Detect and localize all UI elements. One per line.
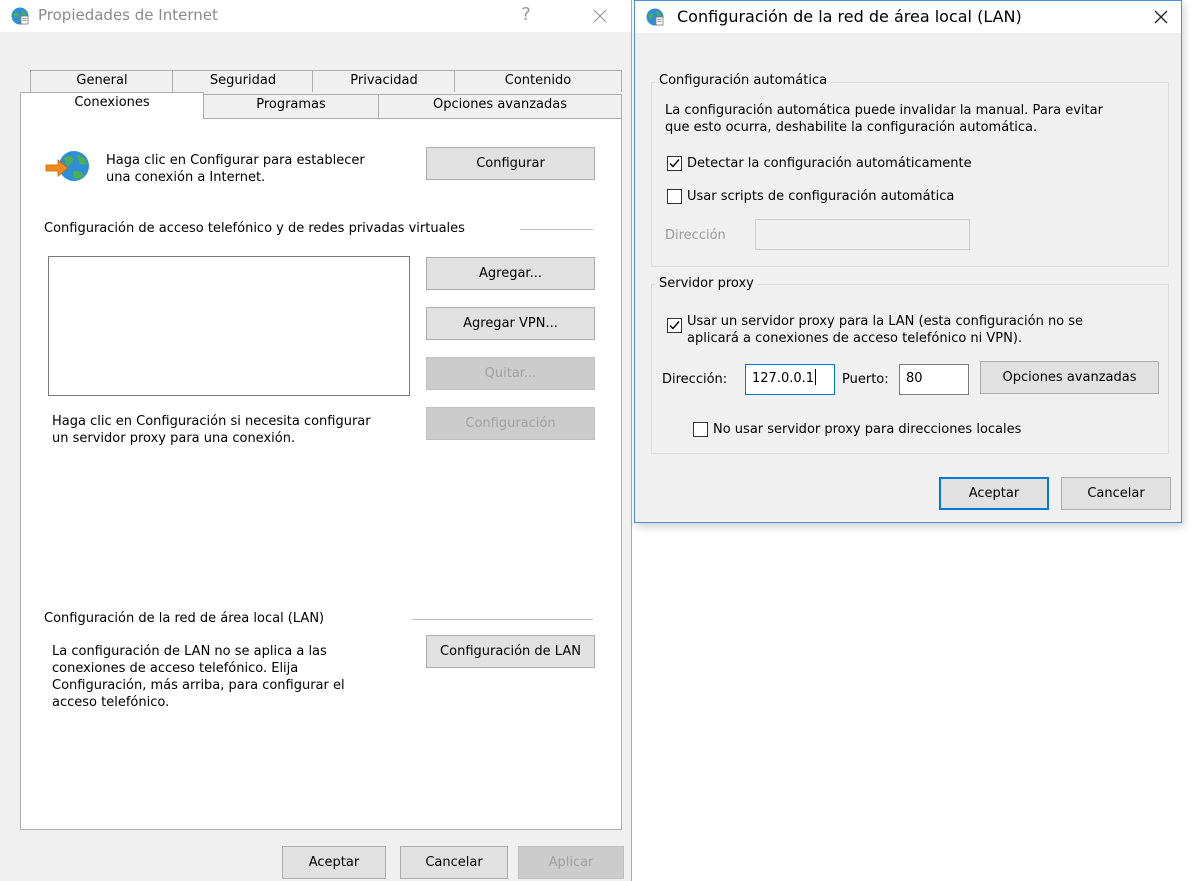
connections-list[interactable] [48, 256, 410, 396]
ie-globe-icon [11, 7, 29, 25]
proxy-address-label: Dirección: [662, 372, 728, 387]
use-proxy-label-line1[interactable]: Usar un servidor proxy para la LAN (esta… [687, 314, 1083, 330]
tab-general[interactable]: General [30, 70, 174, 92]
remove-button[interactable]: Quitar... [426, 357, 595, 390]
proxy-text-line1: Haga clic en Configuración si necesita c… [52, 414, 371, 429]
use-proxy-checkbox[interactable] [667, 318, 682, 333]
lan-ok-button[interactable]: Aceptar [939, 477, 1049, 510]
lan-divider [412, 619, 593, 620]
lan-text-line3: Configuración, más arriba, para configur… [52, 678, 345, 693]
use-proxy-label-line2[interactable]: aplicará a conexiones de acceso telefóni… [687, 331, 1022, 347]
ok-button[interactable]: Aceptar [282, 846, 386, 879]
settings-button[interactable]: Configuración [426, 407, 595, 440]
auto-detect-checkbox[interactable] [667, 156, 682, 171]
ie-globe-icon [646, 8, 664, 26]
window-title: Propiedades de Internet [38, 6, 218, 24]
setup-text-line1: Haga clic en Configurar para establecer [106, 153, 365, 168]
help-icon[interactable]: ? [504, 0, 548, 32]
dialog-title: Configuración de la red de área local (L… [677, 7, 1022, 26]
bypass-local-label[interactable]: No usar servidor proxy para direcciones … [713, 422, 1021, 438]
auto-config-desc-line2: que esto ocurra, deshabilite la configur… [665, 120, 1038, 135]
lan-settings-button[interactable]: Configuración de LAN [426, 635, 595, 668]
add-vpn-button[interactable]: Agregar VPN... [426, 307, 595, 340]
proxy-address-input[interactable]: 127.0.0.1 [745, 364, 835, 395]
add-button[interactable]: Agregar... [426, 257, 595, 290]
bypass-local-checkbox[interactable] [693, 422, 708, 437]
lan-text-line2: conexiones de acceso telefónico. Elija [52, 661, 299, 676]
proxy-port-label: Puerto: [842, 372, 889, 387]
auto-detect-label[interactable]: Detectar la configuración automáticament… [687, 156, 972, 172]
tab-opciones-avanzadas[interactable]: Opciones avanzadas [378, 94, 622, 118]
proxy-group-label: Servidor proxy [655, 276, 758, 291]
cancel-button[interactable]: Cancelar [400, 846, 508, 879]
text-caret [815, 369, 817, 385]
configure-button[interactable]: Configurar [426, 147, 595, 180]
lan-cancel-button[interactable]: Cancelar [1061, 477, 1171, 510]
tab-seguridad[interactable]: Seguridad [172, 70, 314, 92]
title-bar[interactable]: Propiedades de Internet ? [0, 0, 631, 32]
proxy-port-input[interactable]: 80 [899, 364, 969, 395]
lan-settings-dialog: Configuración de la red de área local (L… [634, 0, 1182, 523]
script-address-input[interactable] [755, 219, 970, 250]
proxy-text-line2: un servidor proxy para una conexión. [52, 431, 296, 446]
script-address-label: Dirección [665, 228, 726, 243]
tab-contenido[interactable]: Contenido [454, 70, 622, 92]
lan-header: Configuración de la red de área local (L… [44, 611, 325, 626]
setup-text-line2: una conexión a Internet. [106, 170, 266, 185]
dialup-header: Configuración de acceso telefónico y de … [44, 221, 465, 236]
auto-config-group-label: Configuración automática [655, 73, 832, 88]
auto-config-desc-line1: La configuración automática puede invali… [665, 103, 1103, 118]
close-icon[interactable] [578, 0, 622, 32]
use-script-checkbox[interactable] [667, 189, 682, 204]
lan-text-line4: acceso telefónico. [52, 695, 170, 710]
proxy-advanced-button[interactable]: Opciones avanzadas [980, 361, 1159, 394]
checkmark-icon [669, 321, 680, 330]
proxy-address-value: 127.0.0.1 [752, 371, 815, 386]
tab-privacidad[interactable]: Privacidad [312, 70, 456, 92]
internet-options-window: Propiedades de Internet ? General Seguri… [0, 0, 632, 881]
title-bar[interactable]: Configuración de la red de área local (L… [635, 1, 1181, 33]
lan-text-line1: La configuración de LAN no se aplica a l… [52, 644, 327, 659]
apply-button[interactable]: Aplicar [518, 846, 624, 879]
dialup-divider [520, 229, 593, 230]
use-script-label[interactable]: Usar scripts de configuración automática [687, 189, 954, 205]
tab-programas[interactable]: Programas [203, 94, 379, 118]
checkmark-icon [669, 159, 680, 168]
close-icon[interactable] [1139, 1, 1183, 33]
connect-wizard-icon [45, 151, 89, 181]
tab-conexiones[interactable]: Conexiones [20, 92, 204, 119]
